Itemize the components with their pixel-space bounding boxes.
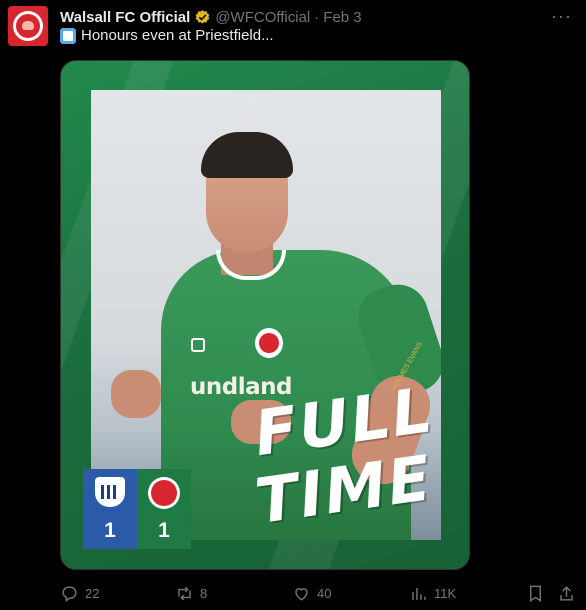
like-count: 40 [317, 585, 332, 601]
tweet-actions: 22 8 40 11K [60, 581, 576, 605]
kit-maker-logo [191, 338, 205, 352]
views-button[interactable]: 11K [409, 581, 456, 605]
verified-badge-icon[interactable] [194, 9, 211, 26]
bookmark-icon [530, 585, 541, 602]
reply-icon [62, 585, 77, 602]
blue-square-emoji-icon [60, 27, 76, 44]
tweet-date[interactable]: Feb 3 [323, 9, 361, 26]
author-name[interactable]: Walsall FC Official [60, 9, 190, 26]
tweet-text: Honours even at Priestfield... [60, 27, 274, 44]
home-team-panel: 1 [83, 469, 137, 549]
reply-button[interactable]: 22 [60, 581, 99, 605]
repost-icon [178, 586, 191, 600]
tweet-header: Walsall FC Official @WFCOfficial · Feb 3 [60, 7, 362, 27]
more-options-icon[interactable]: ··· [551, 6, 572, 27]
player-hair [201, 132, 293, 178]
heart-icon [295, 587, 308, 601]
home-score: 1 [104, 519, 116, 542]
shirt-crest-icon [255, 328, 283, 358]
repost-count: 8 [200, 585, 208, 601]
walsall-crest-icon [13, 11, 43, 41]
separator-dot: · [314, 8, 320, 26]
tweet-text-content: Honours even at Priestfield... [81, 27, 274, 44]
full-time-graphic: FULL TIME [239, 373, 449, 538]
reply-count: 22 [85, 585, 100, 601]
author-handle[interactable]: @WFCOfficial [215, 9, 310, 26]
bookmark-button[interactable] [526, 581, 545, 605]
views-chart-icon [412, 587, 426, 600]
view-count: 11K [434, 585, 457, 601]
player-fist-left [111, 370, 161, 418]
away-team-panel: 1 [137, 469, 191, 549]
scoreboard: 1 1 [83, 469, 191, 549]
walsall-crest-icon [148, 477, 180, 509]
walsall-avatar[interactable] [8, 6, 48, 46]
gillingham-crest-icon [95, 477, 125, 507]
repost-button[interactable]: 8 [175, 581, 207, 605]
tweet-media-image[interactable]: undland HOLMES EVANS FULL TIME 1 1 [60, 60, 470, 570]
share-icon [560, 585, 573, 601]
share-button[interactable] [557, 581, 576, 605]
like-button[interactable]: 40 [292, 581, 331, 605]
away-score: 1 [158, 519, 170, 542]
